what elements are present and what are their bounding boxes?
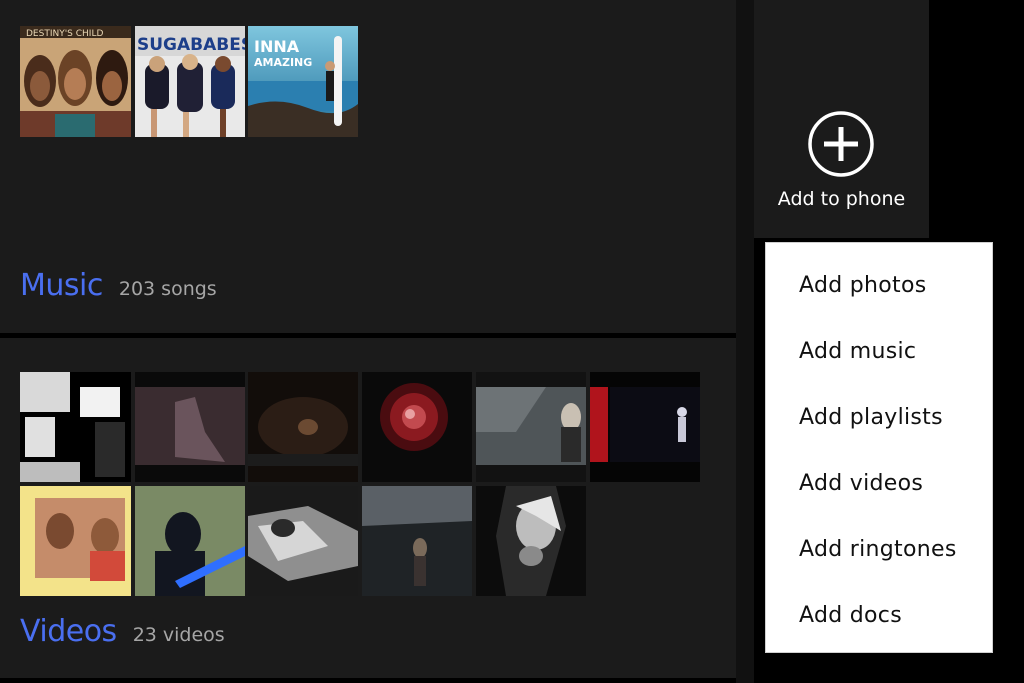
video-frame	[20, 372, 131, 482]
menu-item-add-photos[interactable]: Add photos	[766, 255, 992, 315]
video-frame	[20, 486, 131, 596]
video-frame	[135, 486, 245, 596]
album-art: INNA AMAZING	[248, 26, 358, 137]
album-caption: INNA	[254, 37, 300, 56]
video-thumbnail[interactable]	[476, 372, 586, 482]
video-thumbnail[interactable]	[362, 486, 472, 596]
music-section[interactable]: DESTINY'S CHILD SUGABABES INNA AMAZING M…	[0, 0, 736, 333]
plus-circle-icon	[808, 111, 874, 177]
scroll-strip	[736, 0, 754, 683]
video-thumbnail[interactable]	[135, 486, 245, 596]
video-thumbnail[interactable]	[248, 372, 358, 482]
video-frame	[135, 372, 245, 482]
album-thumbnail-inna-amazing[interactable]: INNA AMAZING	[248, 26, 358, 137]
add-to-phone-button[interactable]: Add to phone	[754, 0, 929, 238]
album-caption: DESTINY'S CHILD	[26, 29, 103, 39]
video-thumbnail[interactable]	[20, 486, 131, 596]
videos-section[interactable]: Videos 23 videos	[0, 338, 736, 678]
menu-item-add-music[interactable]: Add music	[766, 321, 992, 381]
videos-count: 23 videos	[132, 624, 225, 646]
video-frame	[590, 372, 700, 482]
album-thumbnail-destinys-child[interactable]: DESTINY'S CHILD	[20, 26, 131, 137]
menu-item-add-playlists[interactable]: Add playlists	[766, 387, 992, 447]
add-to-phone-label: Add to phone	[777, 188, 906, 210]
video-thumbnail[interactable]	[135, 372, 245, 482]
video-thumbnail[interactable]	[590, 372, 700, 482]
video-thumbnail[interactable]	[20, 372, 131, 482]
videos-label[interactable]: Videos 23 videos	[20, 614, 225, 649]
album-caption: SUGABABES	[137, 35, 245, 55]
video-frame	[362, 372, 472, 482]
video-thumbnail[interactable]	[362, 372, 472, 482]
video-thumbnail[interactable]	[476, 486, 586, 596]
menu-item-add-ringtones[interactable]: Add ringtones	[766, 519, 992, 579]
album-art: SUGABABES	[135, 26, 245, 137]
album-thumbnail-sugababes[interactable]: SUGABABES	[135, 26, 245, 137]
album-subcaption: AMAZING	[254, 56, 312, 69]
video-thumbnail[interactable]	[248, 486, 358, 596]
video-frame	[248, 486, 358, 596]
album-art: DESTINY'S CHILD	[20, 26, 131, 137]
add-menu: Add photos Add music Add playlists Add v…	[765, 242, 993, 653]
music-label[interactable]: Music 203 songs	[20, 268, 217, 303]
menu-item-add-videos[interactable]: Add videos	[766, 453, 992, 513]
video-frame	[476, 372, 586, 482]
video-frame	[248, 372, 358, 482]
music-count: 203 songs	[118, 278, 217, 300]
video-frame	[362, 486, 472, 596]
video-frame	[476, 486, 586, 596]
videos-title[interactable]: Videos	[20, 614, 117, 649]
music-title[interactable]: Music	[20, 268, 103, 303]
menu-item-add-docs[interactable]: Add docs	[766, 585, 992, 645]
